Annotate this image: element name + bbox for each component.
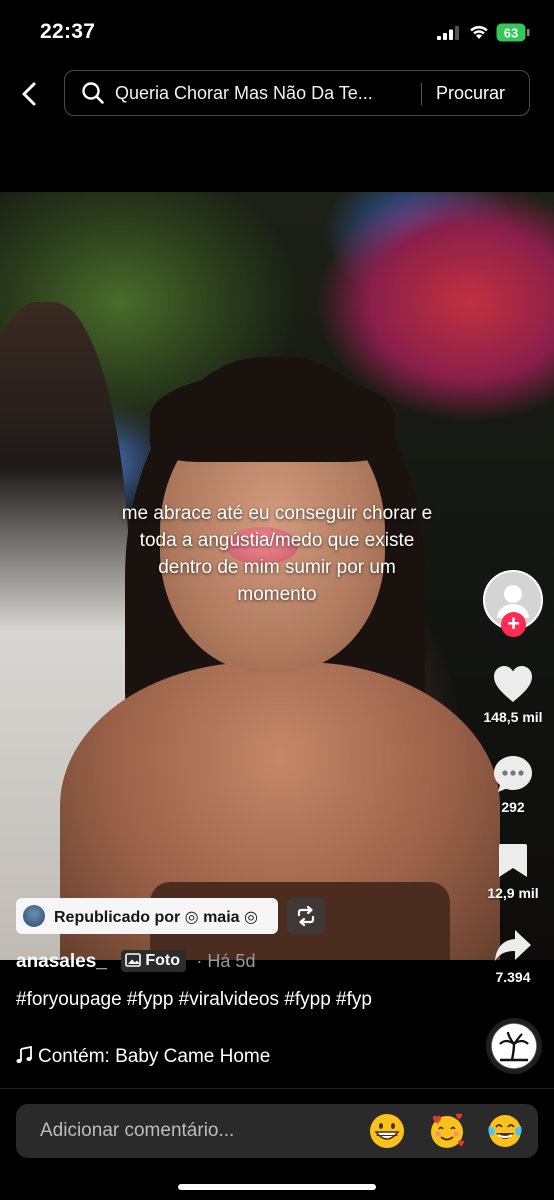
photo-subject-bangs — [150, 372, 395, 462]
repost-chip[interactable]: Republicado por ◎ maia ◎ — [16, 898, 278, 934]
palm-tree-disc-icon — [499, 1031, 529, 1062]
like-count: 148,5 mil — [483, 709, 543, 725]
image-icon — [125, 953, 142, 967]
heart-icon — [494, 666, 532, 702]
grinning-face-emoji-icon[interactable] — [368, 1112, 406, 1150]
bottom-divider — [0, 1088, 554, 1089]
search-icon — [82, 82, 104, 104]
home-indicator[interactable] — [178, 1184, 376, 1190]
post-time: · Há 5d — [196, 951, 256, 971]
post-meta: anasales_ Foto · Há 5d — [16, 950, 255, 976]
back-arrow-icon[interactable] — [14, 78, 46, 110]
comment-action[interactable]: 292 — [473, 754, 553, 815]
status-bar: 22:37 63 — [0, 0, 554, 64]
music-info[interactable]: Contém: Baby Came Home — [16, 1045, 271, 1068]
share-arrow-icon — [495, 930, 531, 961]
music-title: Contém: Baby Came Home — [38, 1046, 271, 1067]
hashtags[interactable]: #foryoupage #fypp #viralvideos #fypp #fy… — [16, 988, 406, 1012]
search-submit-button[interactable]: Procurar — [436, 83, 505, 104]
wifi-icon — [470, 25, 488, 39]
save-count: 12,9 mil — [487, 885, 539, 901]
repost-label: Republicado por ◎ maia ◎ — [54, 909, 258, 926]
face-with-tears-of-joy-emoji-icon[interactable] — [486, 1112, 524, 1150]
search-input[interactable]: Queria Chorar Mas Não Da Te... Procurar — [64, 70, 530, 116]
comment-placeholder[interactable]: Adicionar comentário... — [40, 1120, 234, 1142]
photo-type-label: Foto — [145, 952, 180, 969]
follow-button[interactable]: + — [501, 612, 526, 637]
cellular-signal-icon — [437, 26, 459, 40]
music-disc[interactable] — [486, 1018, 542, 1074]
repost-icon — [297, 905, 315, 927]
repost-button[interactable] — [287, 898, 325, 934]
music-note-icon — [16, 1045, 32, 1063]
username[interactable]: anasales_ — [16, 951, 107, 972]
save-action[interactable]: 12,9 mil — [473, 842, 553, 901]
battery-icon: 63 — [496, 23, 530, 42]
comment-bubble-icon — [494, 756, 532, 792]
comment-input[interactable]: Adicionar comentário... — [16, 1104, 538, 1158]
search-divider — [421, 83, 422, 105]
photo-caption: me abrace até eu conseguir chorar e toda… — [121, 503, 433, 605]
reposter-avatar — [23, 905, 45, 927]
bookmark-icon — [499, 844, 527, 877]
smiling-face-with-hearts-emoji-icon[interactable] — [428, 1112, 466, 1150]
share-action[interactable]: 7.394 — [473, 928, 553, 985]
photo-type-badge: Foto — [121, 950, 186, 972]
comment-count: 292 — [501, 799, 525, 815]
battery-level: 63 — [504, 26, 518, 41]
search-query[interactable]: Queria Chorar Mas Não Da Te... — [115, 83, 415, 104]
like-action[interactable]: 148,5 mil — [473, 664, 553, 725]
share-count: 7.394 — [495, 969, 531, 985]
search-header: Queria Chorar Mas Não Da Te... Procurar — [0, 68, 554, 120]
status-time: 22:37 — [40, 20, 96, 43]
